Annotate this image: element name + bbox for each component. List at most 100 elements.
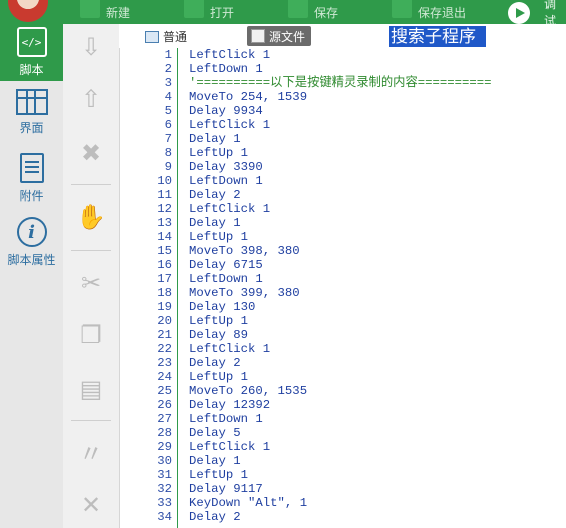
code-text: LeftUp 1 [189,314,249,328]
code-text: LeftClick 1 [189,48,271,62]
save-exit-icon [392,0,412,18]
code-text: LeftClick 1 [189,342,271,356]
code-line[interactable]: 33 KeyDown "Alt", 1 [138,496,566,510]
tool-divider [71,420,111,421]
paste-icon[interactable]: ▤ [76,374,106,404]
tab-source[interactable]: 源文件 [247,26,312,46]
code-text: Delay 89 [189,328,249,342]
code-text: LeftClick 1 [189,440,271,454]
copy-icon[interactable]: ❐ [76,320,106,350]
line-number: 14 [157,230,172,244]
code-line[interactable]: 16 Delay 6715 [138,258,566,272]
code-text: Delay 6715 [189,258,263,272]
line-number: 26 [157,398,172,412]
code-line[interactable]: 27 LeftDown 1 [138,412,566,426]
line-number: 31 [157,468,172,482]
code-line[interactable]: 19 Delay 130 [138,300,566,314]
code-line[interactable]: 21 Delay 89 [138,328,566,342]
code-line[interactable]: 18 MoveTo 399, 380 [138,286,566,300]
line-number: 25 [157,384,172,398]
uncomment-icon[interactable]: ✕ [76,490,106,520]
line-number: 9 [164,160,172,174]
code-text: LeftClick 1 [189,118,271,132]
line-number: 10 [157,174,172,188]
code-line[interactable]: 6 LeftClick 1 [138,118,566,132]
arrow-up-icon[interactable]: ⇧ [76,84,106,114]
code-line[interactable]: 12 LeftClick 1 [138,202,566,216]
source-file-icon [251,29,265,43]
folder-icon [184,0,204,18]
tool-column: ⇩ ⇧ ✖ ✋ ✂ ❐ ▤ 〃 ✕ [63,24,120,528]
code-line[interactable]: 11 Delay 2 [138,188,566,202]
search-subroutine-box[interactable]: 搜索子程序 [389,26,486,47]
code-line[interactable]: 1 LeftClick 1 [138,48,566,62]
code-text: Delay 9934 [189,104,263,118]
line-number: 20 [157,314,172,328]
line-number: 3 [164,76,172,90]
delete-icon[interactable]: ✖ [76,138,106,168]
code-line[interactable]: 7 Delay 1 [138,132,566,146]
grid-icon [15,89,48,115]
sidebar-item-label: 脚本属性 [7,253,56,267]
save-button[interactable]: 保存 [288,0,338,24]
code-line[interactable]: 3 '==========以下是按键精灵录制的内容========== [138,76,566,90]
line-number: 4 [164,90,172,104]
line-number: 18 [157,286,172,300]
line-number: 19 [157,300,172,314]
sidebar-item-properties[interactable]: i 脚本属性 [0,214,63,271]
code-line[interactable]: 10 LeftDown 1 [138,174,566,188]
sidebar-item-script[interactable]: </> 脚本 [0,24,63,81]
sidebar-item-attachment[interactable]: 附件 [0,150,63,207]
plus-icon [80,0,100,18]
code-line[interactable]: 29 LeftClick 1 [138,440,566,454]
attachment-icon [19,153,44,183]
code-line[interactable]: 2 LeftDown 1 [138,62,566,76]
code-line[interactable]: 14 LeftUp 1 [138,230,566,244]
script-icon: </> [16,27,47,57]
code-line[interactable]: 22 LeftClick 1 [138,342,566,356]
code-line[interactable]: 8 LeftUp 1 [138,146,566,160]
save-exit-button[interactable]: 保存退出 [392,0,466,24]
code-line[interactable]: 25 MoveTo 260, 1535 [138,384,566,398]
window-icon [145,30,159,43]
line-number: 34 [157,510,172,524]
code-line[interactable]: 5 Delay 9934 [138,104,566,118]
code-text: Delay 1 [189,132,241,146]
code-line[interactable]: 32 Delay 9117 [138,482,566,496]
line-number: 15 [157,244,172,258]
code-line[interactable]: 9 Delay 3390 [138,160,566,174]
sidebar-item-label: 附件 [19,189,44,203]
code-line[interactable]: 20 LeftUp 1 [138,314,566,328]
line-number: 7 [164,132,172,146]
top-toolbar: 新建 打开 保存 保存退出 调试 [0,0,566,24]
code-text: KeyDown "Alt", 1 [189,496,308,510]
code-line[interactable]: 4 MoveTo 254, 1539 [138,90,566,104]
comment-icon[interactable]: 〃 [76,436,106,468]
code-line[interactable]: 28 Delay 5 [138,426,566,440]
code-line[interactable]: 24 LeftUp 1 [138,370,566,384]
info-icon: i [16,217,47,247]
code-line[interactable]: 34 Delay 2 [138,510,566,524]
line-number: 11 [157,188,172,202]
user-avatar[interactable] [8,0,48,22]
line-number: 16 [157,258,172,272]
code-line[interactable]: 13 Delay 1 [138,216,566,230]
code-line[interactable]: 31 LeftUp 1 [138,468,566,482]
cut-icon[interactable]: ✂ [76,268,106,298]
code-text: MoveTo 399, 380 [189,286,300,300]
code-line[interactable]: 30 Delay 1 [138,454,566,468]
code-line[interactable]: 23 Delay 2 [138,356,566,370]
code-line[interactable]: 17 LeftDown 1 [138,272,566,286]
open-button[interactable]: 打开 [184,0,234,24]
arrow-down-icon[interactable]: ⇩ [76,32,106,62]
tab-normal[interactable]: 普通 [145,28,187,45]
code-text: Delay 2 [189,188,241,202]
code-line[interactable]: 26 Delay 12392 [138,398,566,412]
new-button[interactable]: 新建 [80,0,130,24]
code-text: Delay 3390 [189,160,263,174]
line-number: 1 [164,48,172,62]
code-line[interactable]: 15 MoveTo 398, 380 [138,244,566,258]
sidebar-item-ui[interactable]: 界面 [0,84,63,141]
hand-icon[interactable]: ✋ [76,202,106,232]
line-number: 24 [157,370,172,384]
